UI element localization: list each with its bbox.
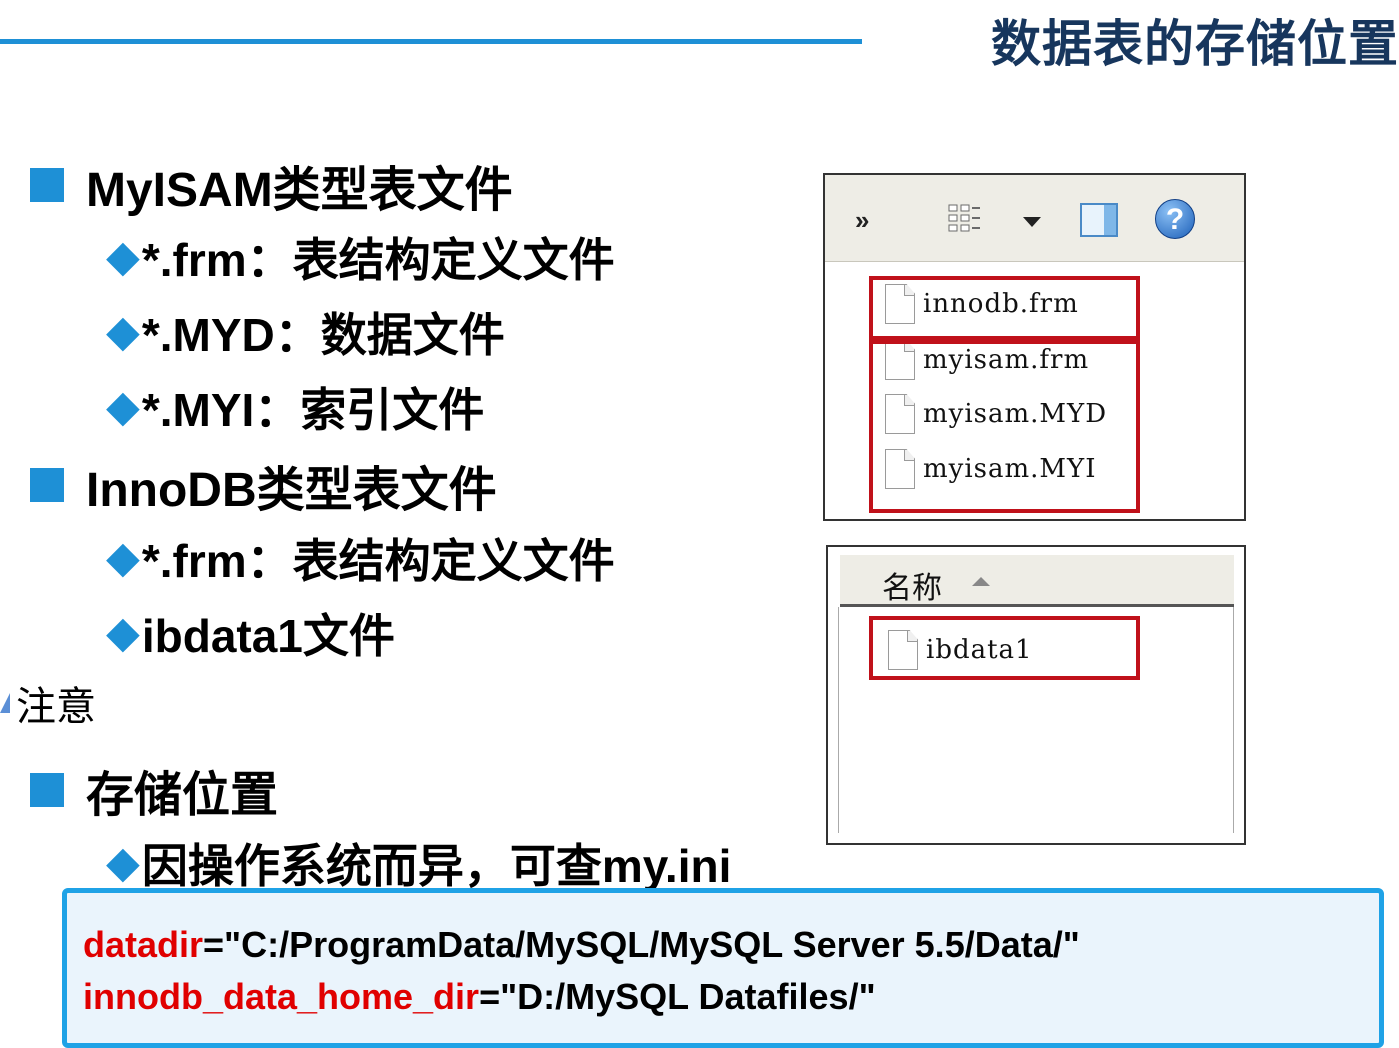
sub-bullet: ◆ *.MYD：数据文件 bbox=[106, 299, 505, 365]
highlight-box-ibdata bbox=[869, 616, 1140, 680]
config-line-innodb-home: innodb_data_home_dir="D:/MySQL Datafiles… bbox=[83, 971, 1379, 1023]
bullet-myisam-text: MyISAM类型表文件 bbox=[86, 164, 513, 217]
sub-bullet-text: 因操作系统而异，可查my.ini bbox=[141, 840, 732, 892]
config-code-box: datadir="C:/ProgramData/MySQL/MySQL Serv… bbox=[62, 888, 1384, 1048]
sub-bullet-text: *.frm：表结构定义文件 bbox=[141, 535, 615, 587]
sub-bullet-text: *.MYD：数据文件 bbox=[141, 309, 505, 361]
sub-bullet: ◆ 因操作系统而异，可查my.ini bbox=[106, 830, 731, 896]
note-text: 注意 bbox=[16, 685, 96, 729]
square-bullet-icon bbox=[30, 468, 64, 502]
sort-ascending-icon bbox=[972, 577, 990, 586]
diamond-bullet-icon: ◆ bbox=[106, 382, 140, 431]
sub-bullet: ◆ *.frm：表结构定义文件 bbox=[106, 525, 615, 591]
sub-bullet-text: ibdata1文件 bbox=[141, 610, 395, 662]
sub-bullet: ◆ *.MYI：索引文件 bbox=[106, 374, 484, 440]
square-bullet-icon bbox=[30, 168, 64, 202]
square-bullet-icon bbox=[30, 773, 64, 807]
sub-bullet: ◆ *.frm：表结构定义文件 bbox=[106, 224, 615, 290]
note-callout: 注意 bbox=[0, 674, 96, 732]
help-icon[interactable]: ? bbox=[1155, 199, 1195, 239]
config-value: ="D:/MySQL Datafiles/" bbox=[479, 976, 876, 1017]
bullet-innodb: InnoDB类型表文件 bbox=[30, 450, 497, 520]
diamond-bullet-icon: ◆ bbox=[106, 533, 140, 582]
diamond-bullet-icon: ◆ bbox=[106, 838, 140, 887]
config-key: datadir bbox=[83, 924, 204, 965]
config-key: innodb_data_home_dir bbox=[83, 976, 480, 1017]
slide-title: 数据表的存储位置 bbox=[991, 15, 1399, 73]
highlight-box-myisam bbox=[869, 340, 1140, 513]
bullet-myisam: MyISAM类型表文件 bbox=[30, 150, 513, 220]
diamond-bullet-icon: ◆ bbox=[106, 307, 140, 356]
preview-pane-icon[interactable] bbox=[1080, 203, 1118, 237]
note-marker-icon bbox=[0, 693, 10, 713]
config-line-datadir: datadir="C:/ProgramData/MySQL/MySQL Serv… bbox=[83, 919, 1379, 971]
bullet-innodb-text: InnoDB类型表文件 bbox=[86, 464, 497, 517]
column-header-name[interactable]: 名称 bbox=[840, 555, 1234, 607]
view-options-icon[interactable] bbox=[947, 203, 983, 235]
highlight-box-innodb bbox=[869, 276, 1140, 340]
header-rule bbox=[0, 39, 862, 44]
sub-bullet-text: *.frm：表结构定义文件 bbox=[141, 234, 615, 286]
dropdown-arrow-icon[interactable] bbox=[1023, 217, 1041, 227]
bullet-storage-text: 存储位置 bbox=[86, 769, 279, 822]
explorer-toolbar: » ? bbox=[825, 175, 1244, 262]
explorer-window-ibdata: 名称 bbox=[826, 545, 1246, 845]
column-header-label: 名称 bbox=[882, 572, 942, 605]
chevron-more-icon[interactable]: » bbox=[855, 205, 869, 236]
sub-bullet-text: *.MYI：索引文件 bbox=[141, 384, 485, 436]
diamond-bullet-icon: ◆ bbox=[106, 232, 140, 281]
diamond-bullet-icon: ◆ bbox=[106, 608, 140, 657]
config-value: ="C:/ProgramData/MySQL/MySQL Server 5.5/… bbox=[203, 924, 1080, 965]
bullet-storage: 存储位置 bbox=[30, 755, 278, 825]
sub-bullet: ◆ ibdata1文件 bbox=[106, 600, 395, 666]
